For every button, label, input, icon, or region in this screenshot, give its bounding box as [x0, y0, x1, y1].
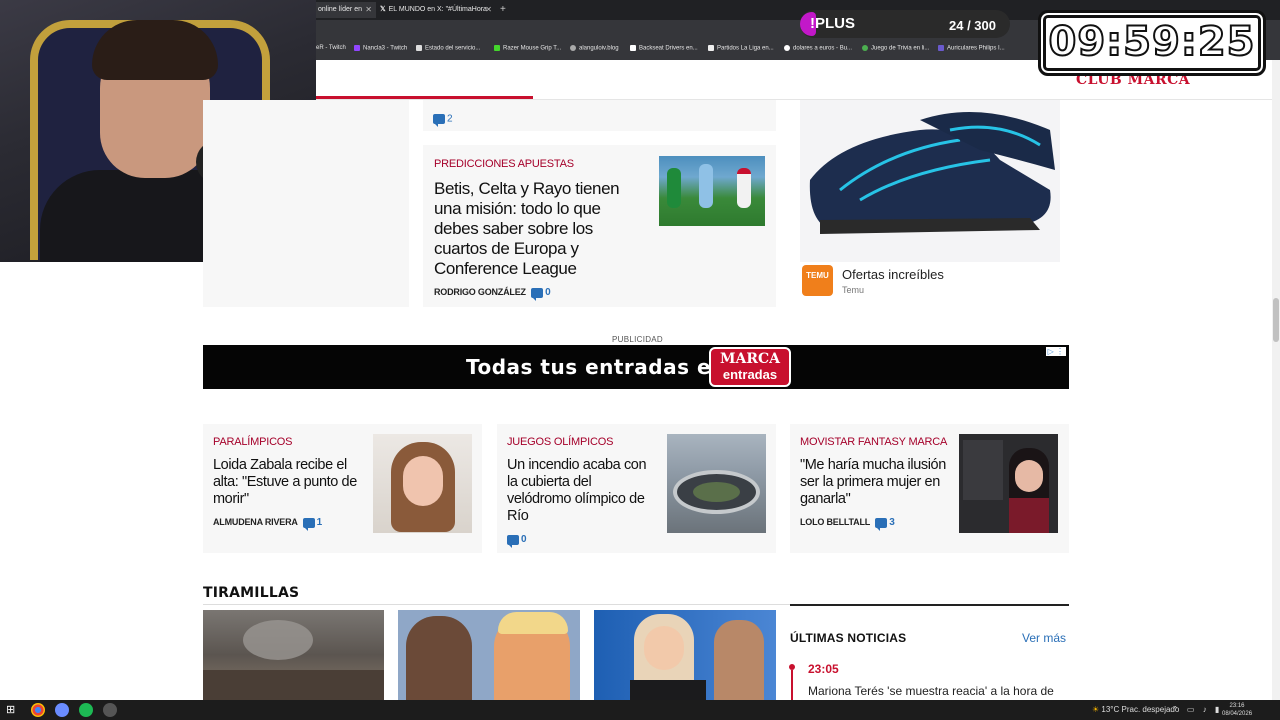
page-icon [708, 45, 714, 51]
article-kicker[interactable]: PREDICCIONES APUESTAS [434, 158, 574, 170]
tab-title: EL MUNDO en X: "#ÚltimaHora [388, 6, 487, 13]
bookmark-item[interactable]: eR - Twitch [316, 45, 346, 51]
see-more-link[interactable]: Ver más [1022, 631, 1066, 645]
article-image[interactable] [373, 434, 472, 533]
twitch-icon [354, 45, 360, 51]
bookmark-item[interactable]: Backseat Drivers en... [630, 45, 698, 52]
bookmark-item[interactable]: Juego de Trivia en li... [862, 45, 929, 52]
page-icon [938, 45, 944, 51]
plus-label: !PLUS [810, 15, 855, 32]
article-kicker[interactable]: MOVISTAR FANTASY MARCA [800, 436, 947, 448]
comment-icon [531, 287, 544, 301]
system-tray[interactable]: ⌃ ▭ ♪ ▮ [1172, 705, 1222, 714]
weather-widget[interactable]: ☀ 13°C Prac. despejado [1092, 705, 1179, 714]
comment-icon [433, 113, 445, 127]
article-card[interactable] [423, 100, 776, 131]
browser-tab[interactable]: online líder en ✕ [316, 2, 376, 18]
tiramillas-image[interactable] [594, 610, 776, 700]
comment-count[interactable]: 2 [433, 110, 453, 128]
comment-count[interactable]: 1 [317, 517, 323, 528]
tab-title: online líder en [318, 6, 362, 13]
comment-icon [875, 517, 888, 531]
page-scrollbar[interactable] [1272, 60, 1280, 700]
chrome-icon[interactable] [31, 703, 45, 717]
tiramillas-image[interactable] [203, 610, 384, 700]
article-kicker[interactable]: JUEGOS OLÍMPICOS [507, 436, 613, 448]
timer-text: 09:59:25 [1048, 18, 1256, 66]
stream-timer: 09:59:25 [1038, 10, 1266, 76]
sponsored-source[interactable]: Temu [842, 285, 864, 295]
close-icon[interactable]: ✕ [485, 2, 492, 18]
bookmark-item[interactable]: Razer Mouse Grip T... [494, 45, 561, 52]
article-title[interactable]: Un incendio acaba con la cubierta del ve… [507, 457, 647, 525]
comment-count[interactable]: 3 [889, 517, 895, 528]
bookmark-item[interactable]: Auriculares Philips I... [938, 45, 1005, 52]
app-icon[interactable] [55, 703, 69, 717]
comment-count[interactable]: 0 [545, 287, 551, 298]
x-logo-icon: 𝕏 [380, 6, 386, 13]
page-icon [630, 45, 636, 51]
article-title[interactable]: "Me haría mucha ilusión ser la primera m… [800, 457, 950, 508]
news-divider [790, 604, 1069, 606]
windows-start-icon[interactable]: ⊞ [6, 703, 20, 717]
article-image[interactable] [667, 434, 766, 533]
comment-icon [302, 517, 315, 531]
news-time: 23:05 [808, 662, 839, 676]
sun-icon: ☀ [1092, 705, 1100, 714]
sub-goal-bar: !PLUS 24 / 300 [800, 10, 1010, 38]
obs-icon[interactable] [103, 703, 117, 717]
sponsored-image[interactable] [800, 100, 1060, 262]
taskbar-clock[interactable]: 23:16 08/04/2026 [1222, 702, 1252, 718]
comment-count[interactable]: 0 [521, 534, 527, 545]
article-author: LOLO BELLTALL 3 [800, 517, 895, 531]
temu-logo[interactable]: TEMU [802, 265, 833, 296]
page-icon [862, 45, 868, 51]
article-author: RODRIGO GONZÁLEZ 0 [434, 287, 551, 301]
bookmark-item[interactable]: Nancla3 - Twitch [354, 45, 407, 52]
latest-news-title: ÚLTIMAS NOTICIAS [790, 631, 907, 645]
section-title[interactable]: TIRAMILLAS [203, 585, 299, 601]
google-icon [784, 45, 790, 51]
article-author: ALMUDENA RIVERA 1 [213, 517, 323, 531]
ad-text: Todas tus entradas en [466, 355, 726, 379]
page-icon [416, 45, 422, 51]
plus-count: 24 / 300 [949, 18, 996, 33]
article-title[interactable]: Betis, Celta y Rayo tienen una misión: t… [434, 179, 644, 279]
scrollbar-thumb[interactable] [1273, 298, 1279, 342]
bookmark-item[interactable]: alanguloiv.blog [570, 45, 619, 52]
new-tab-button[interactable]: + [498, 2, 512, 18]
article-comments: 0 [507, 534, 527, 548]
windows-taskbar: ⊞ ☀ 13°C Prac. despejado ⌃ ▭ ♪ ▮ 23:16 0… [0, 700, 1280, 720]
bookmark-item[interactable]: Partidos La Liga en... [708, 45, 774, 52]
reading-progress [316, 96, 533, 99]
comment-icon [507, 534, 519, 548]
razer-icon [494, 45, 500, 51]
article-kicker[interactable]: PARALÍMPICOS [213, 436, 293, 448]
ad-label: PUBLICIDAD [612, 335, 664, 344]
timeline-line [791, 670, 793, 700]
marca-entradas-logo: MARCA entradas [709, 347, 791, 387]
ad-choices-icon[interactable]: ▷ ⋮ [1045, 347, 1066, 356]
news-headline[interactable]: Mariona Terés 'se muestra reacia' a la h… [808, 684, 1054, 698]
streamer-hair [92, 20, 218, 80]
sponsored-title[interactable]: Ofertas increíbles [842, 267, 944, 282]
ad-banner[interactable]: Todas tus entradas en MARCA entradas ▷ ⋮ [203, 345, 1069, 389]
globe-icon [570, 45, 576, 51]
article-card-left[interactable] [203, 100, 409, 307]
tiramillas-image[interactable] [398, 610, 580, 700]
browser-tab[interactable]: 𝕏 EL MUNDO en X: "#ÚltimaHora ✕ [378, 2, 496, 18]
bookmark-item[interactable]: Estado del servicio... [416, 45, 480, 52]
article-image[interactable] [959, 434, 1058, 533]
article-image[interactable] [659, 156, 765, 226]
spotify-icon[interactable] [79, 703, 93, 717]
article-title[interactable]: Loida Zabala recibe el alta: "Estuve a p… [213, 457, 363, 508]
close-icon[interactable]: ✕ [365, 2, 372, 18]
bookmark-item[interactable]: dolares a euros - Bu... [784, 45, 852, 52]
